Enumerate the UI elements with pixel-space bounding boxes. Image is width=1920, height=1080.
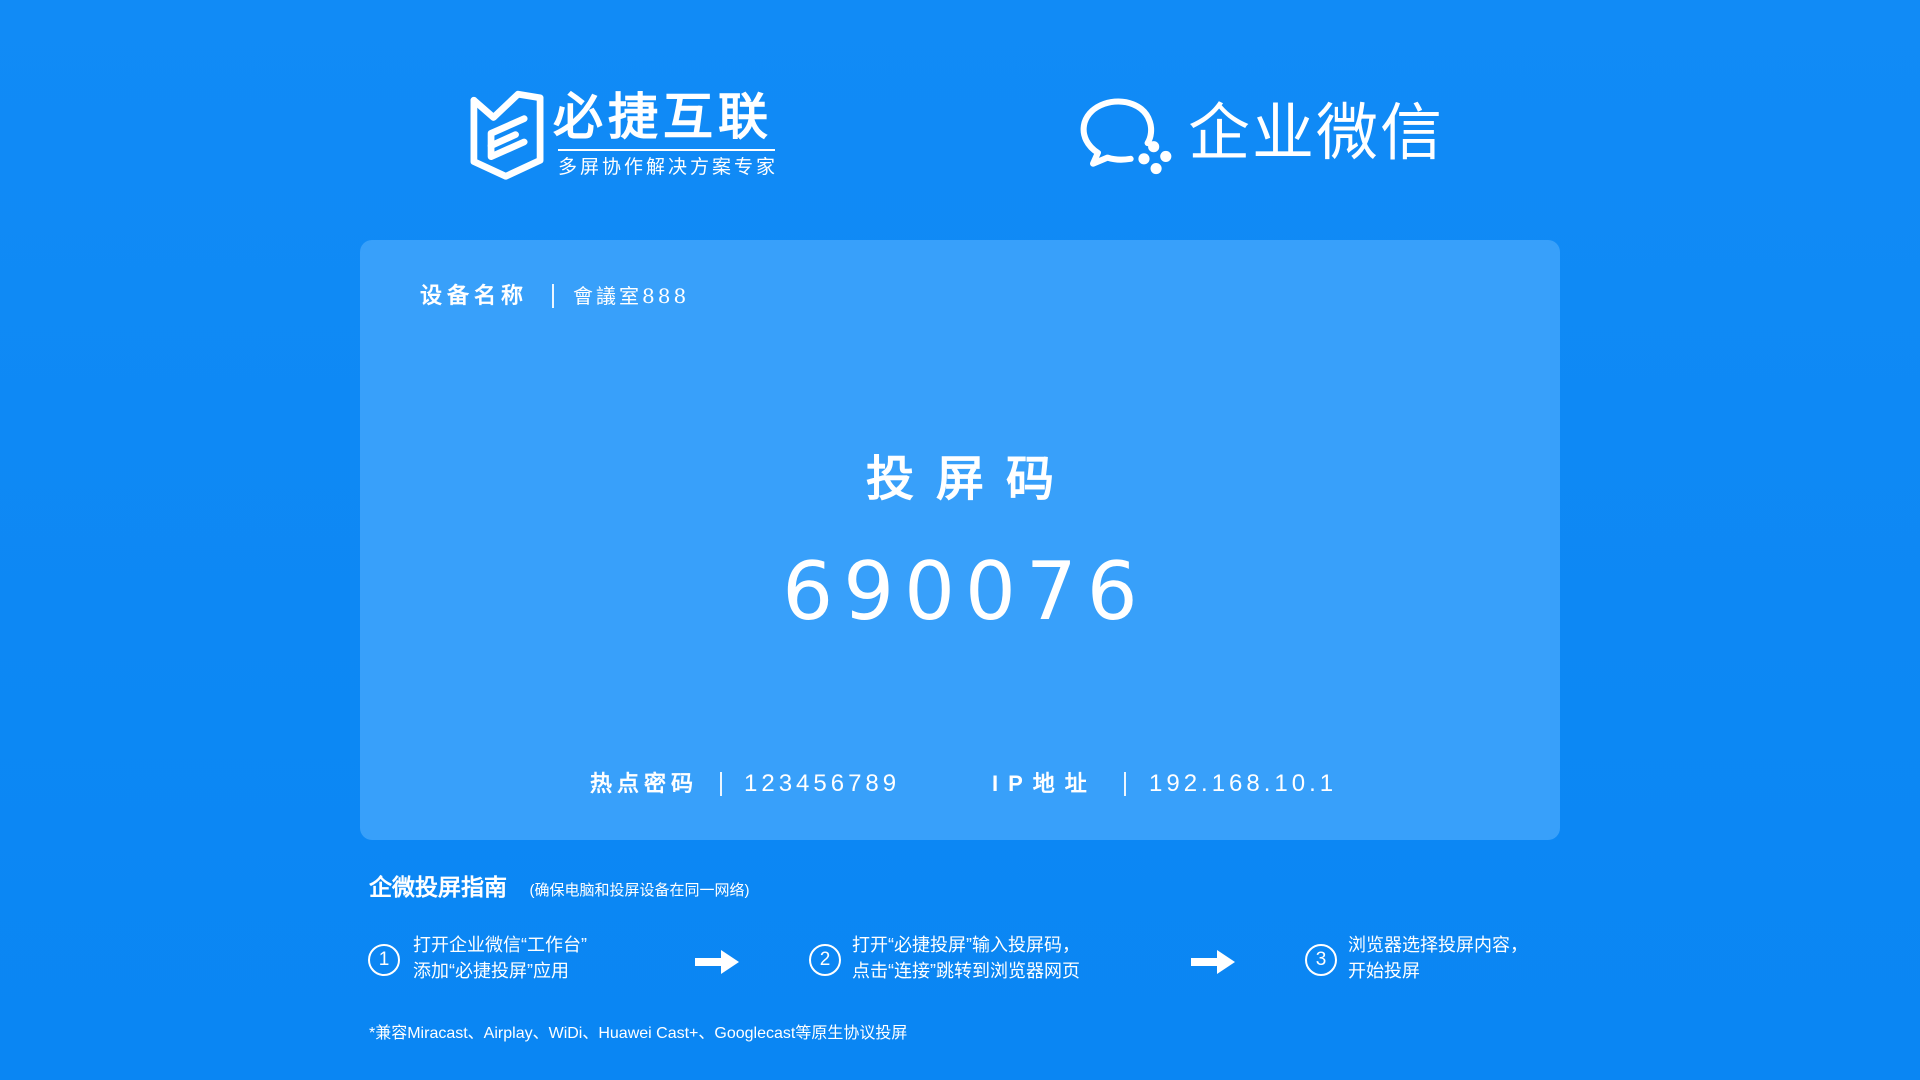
brand-name: 必捷互联 bbox=[553, 89, 773, 145]
brand-divider bbox=[558, 149, 775, 151]
cast-code-value: 690076 bbox=[782, 545, 1148, 638]
divider bbox=[552, 284, 554, 308]
guide-note: (确保电脑和投屏设备在同一网络) bbox=[529, 882, 750, 899]
hotspot-password-value: 123456789 bbox=[744, 770, 901, 797]
divider bbox=[720, 772, 722, 796]
hotspot-password-label: 热点密码 bbox=[590, 771, 699, 796]
step-2-text: 打开“必捷投屏”输入投屏码， 点击“连接”跳转到浏览器网页 bbox=[852, 932, 1080, 984]
step-number-2: 2 bbox=[809, 944, 841, 976]
right-arrow-icon bbox=[695, 950, 739, 974]
ip-address-value: 192.168.10.1 bbox=[1149, 770, 1338, 797]
step-2-line-2: 点击“连接”跳转到浏览器网页 bbox=[852, 961, 1080, 981]
step-2-line-1: 打开“必捷投屏”输入投屏码， bbox=[852, 935, 1080, 955]
device-name-label: 设备名称 bbox=[420, 283, 529, 308]
compatibility-footnote: *兼容Miracast、Airplay、WiDi、Huawei Cast+、Go… bbox=[369, 1025, 908, 1042]
brand-tagline: 多屏协作解决方案专家 bbox=[558, 157, 779, 178]
wecom-logo-icon bbox=[1078, 97, 1176, 177]
step-1-text: 打开企业微信“工作台” 添加“必捷投屏”应用 bbox=[413, 932, 587, 984]
step-1-line-2: 添加“必捷投屏”应用 bbox=[413, 961, 569, 981]
step-3-line-2: 开始投屏 bbox=[1348, 961, 1420, 981]
cast-code-label: 投屏码 bbox=[865, 453, 1076, 506]
bijie-logo-icon bbox=[469, 88, 545, 180]
guide-header: 企微投屏指南 (确保电脑和投屏设备在同一网络) bbox=[369, 872, 749, 906]
partner-name: 企业微信 bbox=[1188, 99, 1445, 168]
ip-address-label: IP地址 bbox=[992, 771, 1097, 796]
step-3-line-1: 浏览器选择投屏内容， bbox=[1348, 935, 1528, 955]
right-arrow-icon bbox=[1191, 950, 1235, 974]
step-1-line-1: 打开企业微信“工作台” bbox=[413, 935, 587, 955]
device-name-value: 會議室888 bbox=[573, 284, 690, 308]
step-number-1: 1 bbox=[368, 944, 400, 976]
divider bbox=[1124, 772, 1126, 796]
cast-info-card: 设备名称 會議室888 投屏码 690076 热点密码 123456789 IP… bbox=[360, 240, 1560, 840]
step-number-3: 3 bbox=[1305, 944, 1337, 976]
guide-title: 企微投屏指南 bbox=[369, 874, 507, 900]
step-3-text: 浏览器选择投屏内容， 开始投屏 bbox=[1348, 932, 1528, 984]
